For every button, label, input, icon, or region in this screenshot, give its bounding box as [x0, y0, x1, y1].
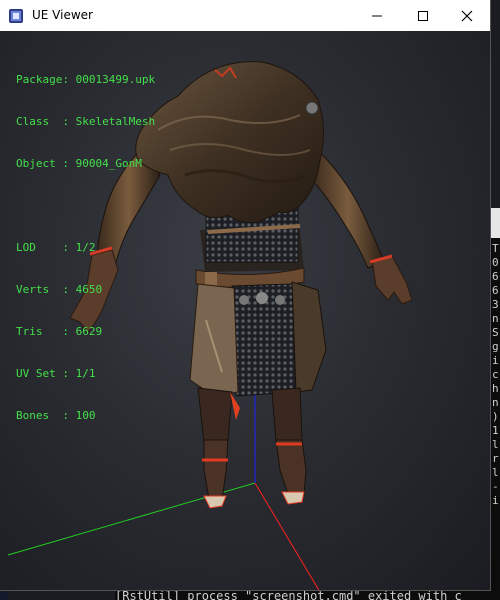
- info-object: Object : 90004_GonM: [16, 157, 142, 170]
- info-verts: Verts : 4650: [16, 283, 103, 296]
- maximize-icon: [418, 10, 428, 21]
- info-tris: Tris : 6629: [16, 325, 103, 338]
- minimize-button[interactable]: [354, 0, 400, 31]
- window-title: UE Viewer: [32, 8, 93, 22]
- background-console-titlebar: [490, 208, 500, 238]
- mesh-info-overlay: Package: 00013499.upk Class : SkeletalMe…: [16, 45, 155, 451]
- background-log-line: [RstUtil] process "screenshot.cmd" exite…: [115, 590, 500, 600]
- background-console-text: T 0 6 6 3 n Sg i c h n) 1 l r l - i: [492, 242, 499, 507]
- ue-viewer-window: UE Viewer Package: 00013499.upk Class: …: [0, 0, 490, 590]
- title-bar[interactable]: UE Viewer: [0, 0, 490, 32]
- 3d-viewport[interactable]: Package: 00013499.upk Class : SkeletalMe…: [0, 31, 490, 590]
- close-button[interactable]: [444, 0, 490, 31]
- close-icon: [461, 10, 473, 21]
- maximize-button[interactable]: [400, 0, 446, 31]
- info-lod: LOD : 1/2: [16, 241, 96, 254]
- info-uvset: UV Set : 1/1: [16, 367, 96, 380]
- info-bones: Bones : 100: [16, 409, 96, 422]
- info-package: Package: 00013499.upk: [16, 73, 156, 86]
- info-class: Class : SkeletalMesh: [16, 115, 156, 128]
- minimize-icon: [372, 15, 382, 16]
- app-icon: [9, 9, 23, 23]
